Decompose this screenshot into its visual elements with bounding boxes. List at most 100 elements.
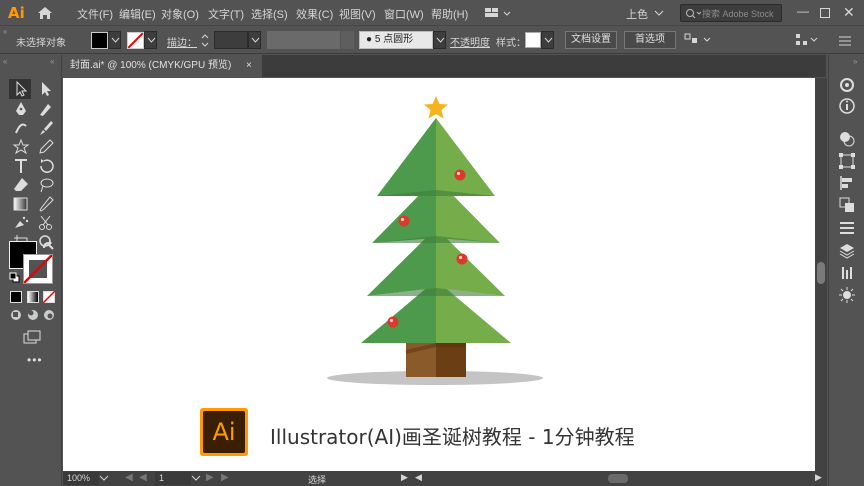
vertical-scroll-thumb[interactable] [817,262,825,284]
artboard[interactable]: Ai [63,78,815,471]
brush-definition[interactable]: ● 5 点圆形 [359,31,433,49]
type-tool-icon[interactable] [10,156,32,176]
tree-tier-1-right [436,118,495,196]
eraser-tool-icon[interactable] [10,175,32,195]
panel-menu-icon[interactable] [838,35,856,47]
pen-tool-icon[interactable] [10,99,32,119]
next-artboard-icon[interactable]: ▶ [206,472,214,483]
previous-artboard-icon[interactable]: ◀ [139,472,147,483]
none-mode-button[interactable] [43,291,55,303]
style-dropdown[interactable] [541,31,554,49]
menu-type[interactable]: 文字(T) [208,6,244,22]
transform-options-icon[interactable] [795,33,821,47]
menu-file[interactable]: 文件(F) [77,6,113,22]
swap-fill-stroke-icon[interactable] [41,239,53,251]
screen-mode-icon[interactable] [22,329,42,345]
chevron-down-icon [436,37,445,43]
menu-view[interactable]: 视图(V) [339,6,376,22]
brushes-icon[interactable] [837,285,857,305]
brush-dropdown[interactable] [433,31,446,49]
stroke-color-box[interactable] [23,254,53,284]
shaper-tool-icon[interactable] [10,137,32,157]
maximize-button[interactable] [820,8,830,18]
pathfinder-icon[interactable] [837,195,857,215]
variable-width-profile[interactable] [267,31,340,49]
paintbrush-tool-icon[interactable] [35,118,57,138]
transform-icon[interactable] [837,151,857,171]
home-icon[interactable] [36,4,54,22]
color-guide-icon[interactable] [837,129,857,149]
gradient-tool-icon[interactable] [10,194,32,214]
stroke-label[interactable]: 描边： [167,34,197,49]
chevron-down-icon[interactable] [191,474,201,482]
stroke-dropdown[interactable] [144,31,157,49]
artboard-number[interactable]: 1 [155,472,191,485]
stock-search-field[interactable]: 搜索 Adobe Stock [680,4,782,22]
menu-select[interactable]: 选择(S) [251,6,288,22]
opacity-label[interactable]: 不透明度 [450,34,490,49]
fill-swatch[interactable] [91,32,108,49]
app-logo: Ai [8,4,25,22]
menu-effect[interactable]: 效果(C) [296,6,333,22]
collapse-icon[interactable]: « [50,57,54,66]
close-tab-icon[interactable]: × [246,55,252,77]
graphic-style-swatch[interactable] [525,32,541,48]
scissors-tool-icon[interactable] [35,213,57,233]
more-tools-icon[interactable]: ••• [27,353,43,367]
symbols-icon[interactable] [837,263,857,283]
collapse-icon[interactable]: » [853,57,857,66]
arrange-icon[interactable] [684,33,714,47]
eyedropper-tool-icon[interactable] [35,194,57,214]
stroke-weight-dropdown[interactable] [248,31,261,49]
arrange-documents-icon[interactable] [484,6,514,20]
properties-icon[interactable] [837,75,857,95]
close-button[interactable]: ✕ [843,4,855,21]
selection-tool-icon[interactable] [10,79,32,99]
last-artboard-icon[interactable]: ▶ [221,472,229,483]
vertical-scrollbar[interactable] [815,78,827,471]
chevron-down-icon [147,37,156,43]
color-mode-button[interactable] [10,291,22,303]
stroke-weight-input[interactable] [214,31,248,49]
scroll-right-icon[interactable]: ▶ [815,472,822,483]
minimize-button[interactable]: — [797,4,809,18]
direct-selection-tool-icon[interactable] [35,79,57,99]
chevron-down-icon[interactable] [654,9,664,17]
align-icon[interactable] [837,173,857,193]
pencil-tool-icon[interactable] [35,137,57,157]
fill-dropdown[interactable] [108,31,121,49]
preferences-button[interactable]: 首选项 [624,31,676,49]
zoom-level[interactable]: 100% [63,472,99,485]
scroll-left-icon[interactable]: ◀ [415,472,422,483]
info-icon[interactable] [837,96,857,116]
stepper-icon[interactable] [200,32,210,49]
type-on-path-icon[interactable] [10,118,32,138]
draw-normal-icon[interactable] [10,309,22,321]
menu-window[interactable]: 窗口(W) [384,6,424,22]
stroke-panel-icon[interactable] [837,218,857,238]
horizontal-scroll-thumb[interactable] [608,474,628,483]
status-menu-icon[interactable]: ▶ [401,472,408,483]
collapse-icon[interactable]: « [3,57,7,66]
draw-behind-icon[interactable] [27,309,39,321]
chevron-down-icon[interactable] [99,474,109,482]
first-artboard-icon[interactable]: ◀ [125,472,133,483]
stroke-swatch[interactable] [127,32,144,49]
menu-help[interactable]: 帮助(H) [431,6,468,22]
symbol-sprayer-icon[interactable] [10,213,32,233]
document-setup-button[interactable]: 文档设置 [565,31,617,49]
menu-object[interactable]: 对象(O) [161,6,199,22]
collapse-icon[interactable]: « [3,27,7,36]
document-tab[interactable]: 封面.ai* @ 100% (CMYK/GPU 预览) × [62,55,262,77]
curvature-tool-icon[interactable] [35,99,57,119]
draw-inside-icon[interactable] [43,309,55,321]
rotate-tool-icon[interactable] [35,156,57,176]
menu-edit[interactable]: 编辑(E) [119,6,156,22]
lasso-tool-icon[interactable] [35,175,57,195]
gradient-mode-button[interactable] [27,291,39,303]
default-colors-icon[interactable] [9,272,20,283]
ornament-1-shine [456,171,461,176]
layers-icon[interactable] [837,241,857,261]
workspace-switcher[interactable]: 上色 [626,6,648,22]
profile-dropdown[interactable] [341,31,354,49]
